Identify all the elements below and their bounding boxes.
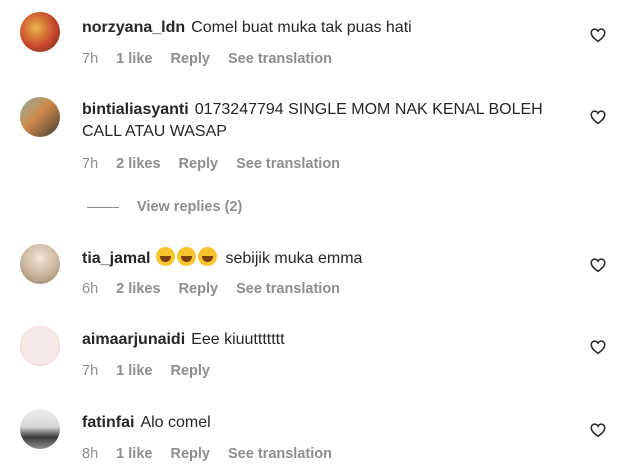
heart-outline-icon[interactable]	[589, 421, 607, 439]
comment-time[interactable]: 7h	[82, 363, 98, 379]
comment-meta: 6h 2 likes Reply See translation	[82, 281, 354, 297]
reply-button[interactable]: Reply	[179, 156, 219, 172]
comment-time[interactable]: 7h	[82, 156, 98, 172]
comment-time[interactable]: 8h	[82, 446, 98, 462]
see-translation-button[interactable]: See translation	[228, 51, 332, 67]
reply-button[interactable]: Reply	[179, 281, 219, 297]
like-count[interactable]: 2 likes	[116, 156, 160, 172]
comment-username[interactable]: norzyana_ldn	[82, 19, 185, 36]
laughing-emoji-icon	[156, 247, 176, 266]
comment-username[interactable]: bintialiasyanti	[82, 101, 189, 118]
comment-meta: 7h 2 likes Reply See translation	[82, 156, 354, 172]
comment-username[interactable]: aimaarjunaidi	[82, 331, 185, 348]
comment-username[interactable]: tia_jamal	[82, 250, 150, 267]
comment-meta: 7h 1 like Reply	[82, 363, 224, 379]
comment-text: aimaarjunaidi Eee kiuuttttttt	[82, 329, 563, 351]
heart-outline-icon[interactable]	[589, 26, 607, 44]
avatar[interactable]	[20, 12, 60, 52]
comment-text: fatinfai Alo comel	[82, 412, 563, 434]
like-count[interactable]: 1 like	[116, 51, 152, 67]
comment-text: bintialiasyanti 0173247794 SINGLE MOM NAK…	[82, 99, 563, 143]
reply-button[interactable]: Reply	[170, 363, 210, 379]
comment-text: norzyana_ldn Comel buat muka tak puas hat…	[82, 17, 563, 39]
view-replies-label: View replies (2)	[137, 199, 243, 215]
avatar[interactable]	[20, 244, 60, 284]
heart-outline-icon[interactable]	[589, 108, 607, 126]
view-replies-line	[87, 206, 119, 208]
avatar[interactable]	[20, 326, 60, 366]
comment-time[interactable]: 6h	[82, 281, 98, 297]
see-translation-button[interactable]: See translation	[228, 446, 332, 462]
comment-meta: 7h 1 like Reply See translation	[82, 51, 346, 67]
comment-body: Alo comel	[140, 414, 211, 431]
like-count[interactable]: 2 likes	[116, 281, 160, 297]
avatar[interactable]	[20, 409, 60, 449]
laughing-emoji-icon	[177, 247, 197, 266]
comment-text: tia_jamal sebijik muka emma	[82, 247, 563, 270]
like-count[interactable]: 1 like	[116, 446, 152, 462]
view-replies-button[interactable]: View replies (2)	[87, 199, 242, 215]
reply-button[interactable]: Reply	[170, 51, 210, 67]
see-translation-button[interactable]: See translation	[236, 156, 340, 172]
comment-time[interactable]: 7h	[82, 51, 98, 67]
comment-meta: 8h 1 like Reply See translation	[82, 446, 346, 462]
like-count[interactable]: 1 like	[116, 363, 152, 379]
laughing-emoji-icon	[198, 247, 218, 266]
comment-body: Comel buat muka tak puas hati	[191, 19, 412, 36]
reply-button[interactable]: Reply	[170, 446, 210, 462]
heart-outline-icon[interactable]	[589, 338, 607, 356]
comment-username[interactable]: fatinfai	[82, 414, 134, 431]
avatar[interactable]	[20, 97, 60, 137]
heart-outline-icon[interactable]	[589, 256, 607, 274]
see-translation-button[interactable]: See translation	[236, 281, 340, 297]
comment-body: Eee kiuuttttttt	[191, 331, 285, 348]
comment-body: sebijik muka emma	[225, 250, 363, 267]
